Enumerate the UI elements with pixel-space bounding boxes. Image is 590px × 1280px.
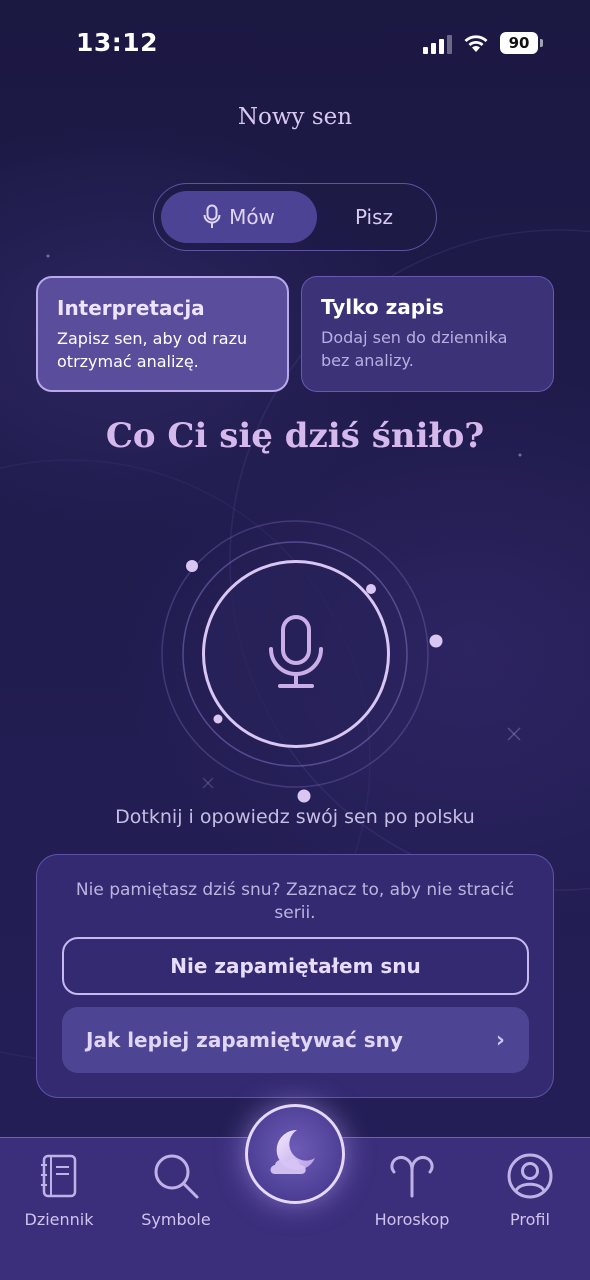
tab-label: Dziennik [24, 1210, 94, 1229]
tips-label: Jak lepiej zapamiętywać sny [86, 1028, 403, 1052]
cellular-signal-icon [423, 34, 452, 54]
aries-icon [390, 1156, 434, 1198]
tab-label: Profil [510, 1210, 550, 1229]
write-mode-label: Pisz [354, 205, 394, 229]
journal-icon [41, 1154, 77, 1198]
dream-recall-tips-button[interactable]: Jak lepiej zapamiętywać sny › [62, 1007, 529, 1073]
tab-symbols[interactable]: Symbole [121, 1152, 231, 1229]
record-hint: Dotknij i opowiedz swój sen po polsku [115, 806, 475, 828]
wifi-icon [464, 35, 488, 52]
center-dream-button[interactable] [245, 1104, 345, 1204]
card-description: Zapisz sen, aby od razu otrzymać analizę… [57, 329, 248, 371]
profile-icon [507, 1153, 553, 1199]
speak-mode-label: Mów [229, 205, 275, 229]
record-only-mode-card[interactable]: Tylko zapis Dodaj sen do dziennika bez a… [301, 276, 554, 392]
search-icon [154, 1154, 199, 1199]
write-mode-button[interactable]: Pisz [324, 191, 424, 243]
tab-horoscope[interactable]: Horoskop [357, 1152, 467, 1229]
microphone-icon [269, 615, 323, 688]
tab-label: Horoskop [374, 1210, 450, 1229]
tab-profile[interactable]: Profil [475, 1152, 585, 1229]
card-title: Tylko zapis [321, 295, 444, 319]
interpretation-mode-card[interactable]: Interpretacja Zapisz sen, aby od razu ot… [36, 276, 289, 392]
card-title: Interpretacja [57, 296, 205, 320]
no-dream-panel: Nie pamiętasz dziś snu? Zaznacz to, aby … [36, 854, 554, 1098]
battery-indicator: 90 [500, 32, 543, 54]
chevron-right-icon: › [495, 1027, 505, 1053]
page-title: Nowy sen [237, 104, 353, 130]
no-dream-text: Nie pamiętasz dziś snu? Zaznacz to, aby … [75, 880, 515, 923]
no-dream-button-label: Nie zapamiętałem snu [170, 954, 421, 978]
speak-mode-button[interactable]: Mów [161, 191, 317, 243]
microphone-icon [203, 204, 221, 228]
status-time: 13:12 [76, 28, 159, 57]
no-dream-button[interactable]: Nie zapamiętałem snu [62, 937, 529, 995]
dream-question: Co Ci się dziś śniło? [105, 416, 485, 456]
input-mode-toggle: Mów Pisz [153, 183, 437, 251]
tab-label: Symbole [141, 1210, 211, 1229]
record-button[interactable] [202, 560, 390, 748]
status-bar: 13:12 90 [0, 0, 590, 90]
tab-journal[interactable]: Dziennik [4, 1152, 114, 1229]
record-area [140, 520, 450, 820]
moon-cloud-icon [270, 1129, 315, 1174]
card-description: Dodaj sen do dziennika bez analizy. [321, 328, 508, 370]
